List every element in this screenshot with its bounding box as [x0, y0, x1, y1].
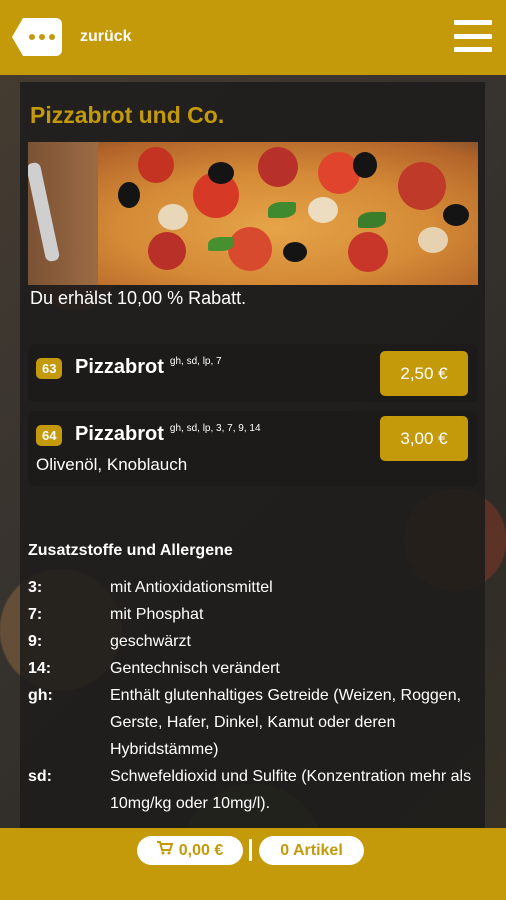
additive-key: gh: — [28, 687, 53, 704]
product-name: Pizzabrot gh, sd, lp, 3, 7, 9, 14 — [75, 423, 261, 446]
cart-total-button[interactable]: 0,00 € — [137, 836, 243, 865]
additive-value: mit Phosphat — [110, 606, 204, 623]
back-button[interactable] — [12, 18, 62, 56]
additive-value: Gentechnisch verändert — [110, 660, 280, 677]
additive-key: sd: — [28, 768, 52, 785]
ellipsis-icon — [29, 34, 55, 40]
product-name-text: Pizzabrot — [75, 356, 164, 378]
category-title: Pizzabrot und Co. — [30, 102, 225, 128]
additive-key: 7: — [28, 606, 43, 623]
discount-text: Du erhälst 10,00 % Rabatt. — [30, 288, 247, 308]
category-image — [28, 142, 478, 285]
bottom-bar: 0,00 € 0 Artikel — [0, 828, 506, 900]
additives-heading: Zusatzstoffe und Allergene — [28, 542, 233, 559]
additive-row: 7: mit Phosphat — [28, 601, 478, 628]
item-count-button[interactable]: 0 Artikel — [259, 836, 364, 865]
additive-row: 9: geschwärzt — [28, 628, 478, 655]
cart-total: 0,00 € — [178, 841, 224, 859]
product-allergens: gh, sd, lp, 7 — [169, 356, 222, 367]
product-number-badge: 63 — [36, 358, 63, 379]
additive-row: gh: Enthält glutenhaltiges Getreide (Wei… — [28, 682, 478, 763]
product-number-badge: 64 — [36, 425, 63, 446]
additive-value: geschwärzt — [110, 633, 191, 650]
additive-value: Enthält glutenhaltiges Getreide (Weizen,… — [110, 687, 462, 758]
product-allergens: gh, sd, lp, 3, 7, 9, 14 — [169, 423, 261, 434]
product-item[interactable]: 63 Pizzabrot gh, sd, lp, 7 2,50 € — [28, 344, 478, 402]
additive-value: mit Antioxidationsmittel — [110, 579, 273, 596]
additive-row: 14: Gentechnisch verändert — [28, 655, 478, 682]
top-bar: zurück — [0, 0, 506, 75]
additives-section: Zusatzstoffe und Allergene 3: mit Antiox… — [28, 542, 478, 817]
menu-panel: Pizzabrot und Co. Du erhälst 10,00 % Rab… — [20, 82, 485, 828]
product-name-text: Pizzabrot — [75, 423, 164, 445]
product-name: Pizzabrot gh, sd, lp, 7 — [75, 356, 222, 379]
additive-row: 3: mit Antioxidationsmittel — [28, 574, 478, 601]
product-item[interactable]: 64 Pizzabrot gh, sd, lp, 3, 7, 9, 14 Oliv… — [28, 411, 478, 486]
additive-value: Schwefeldioxid und Sulfite (Konzentratio… — [110, 768, 472, 812]
footer-divider — [249, 839, 252, 861]
product-description: Olivenöl, Knoblauch — [36, 455, 188, 474]
additive-key: 14: — [28, 660, 52, 677]
additive-row: sd: Schwefeldioxid und Sulfite (Konzentr… — [28, 763, 478, 817]
hamburger-menu-icon[interactable] — [454, 20, 492, 52]
additive-key: 9: — [28, 633, 43, 650]
additive-key: 3: — [28, 579, 43, 596]
back-label[interactable]: zurück — [80, 28, 132, 46]
add-to-cart-price-button[interactable]: 2,50 € — [380, 351, 468, 396]
cart-icon — [156, 841, 174, 860]
add-to-cart-price-button[interactable]: 3,00 € — [380, 416, 468, 461]
